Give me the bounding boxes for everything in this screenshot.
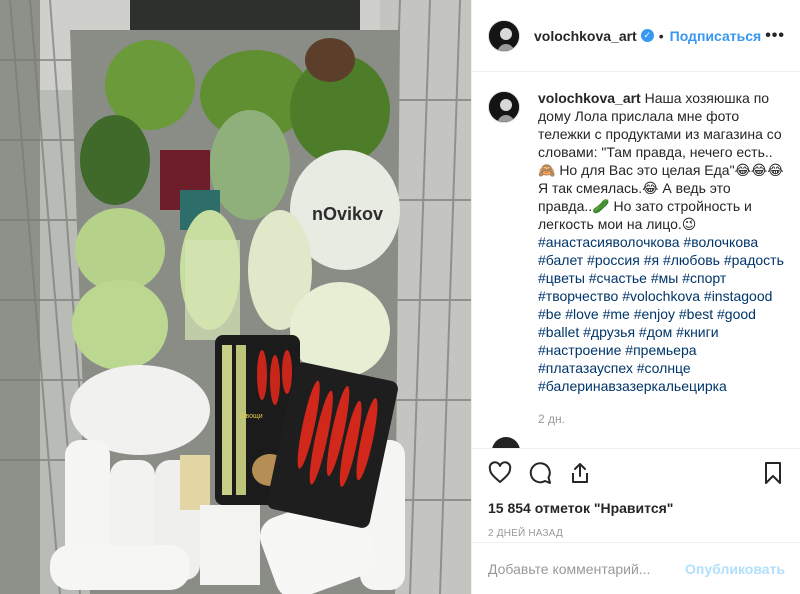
author-avatar[interactable] <box>488 19 520 52</box>
caption-time[interactable]: 2 дн. <box>538 410 785 428</box>
avatar-image <box>489 92 519 122</box>
publish-button[interactable]: Опубликовать <box>685 561 785 577</box>
post-date[interactable]: 2 дней назад <box>488 528 785 539</box>
more-options-icon[interactable]: ••• <box>765 27 785 45</box>
add-comment-bar: Опубликовать <box>472 542 800 594</box>
caption-username[interactable]: volochkova_art <box>538 90 641 106</box>
caption-text: Наша хозяюшка по дому Лола прислала мне … <box>538 90 784 232</box>
post-side-panel: volochkova_art ✓ • Подписаться ••• voloc… <box>471 0 800 594</box>
comment-input[interactable] <box>488 560 686 577</box>
action-icons <box>488 457 785 489</box>
verified-badge-icon: ✓ <box>640 29 654 42</box>
pepper-label: Овощи <box>240 413 263 420</box>
follow-button[interactable]: Подписаться <box>670 28 762 44</box>
avatar-image <box>489 20 519 51</box>
caption: volochkova_art Наша хозяюшка по дому Лол… <box>488 89 785 428</box>
comment-icon[interactable] <box>528 461 552 485</box>
heart-icon[interactable] <box>488 461 512 485</box>
post-header: volochkova_art ✓ • Подписаться ••• <box>472 0 800 72</box>
shopping-cart-image: nOvikov Овощи <box>0 0 471 594</box>
caption-body: volochkova_art Наша хозяюшка по дому Лол… <box>538 89 785 428</box>
likes-count[interactable]: 15 854 отметок "Нравится" <box>488 500 785 516</box>
comments-area[interactable]: volochkova_art Наша хозяюшка по дому Лол… <box>472 73 800 449</box>
author-username[interactable]: volochkova_art <box>534 28 637 44</box>
novikov-label: nOvikov <box>312 204 383 224</box>
share-icon[interactable] <box>568 461 592 485</box>
post-actions: 15 854 отметок "Нравится" 2 дней назад <box>472 448 800 539</box>
bookmark-icon[interactable] <box>761 461 785 485</box>
caption-hashtags[interactable]: #анастасияволочкова #волочкова #балет #р… <box>538 234 784 394</box>
caption-avatar[interactable] <box>488 91 520 123</box>
post-photo[interactable]: nOvikov Овощи <box>0 0 471 594</box>
separator-dot: • <box>658 27 664 44</box>
